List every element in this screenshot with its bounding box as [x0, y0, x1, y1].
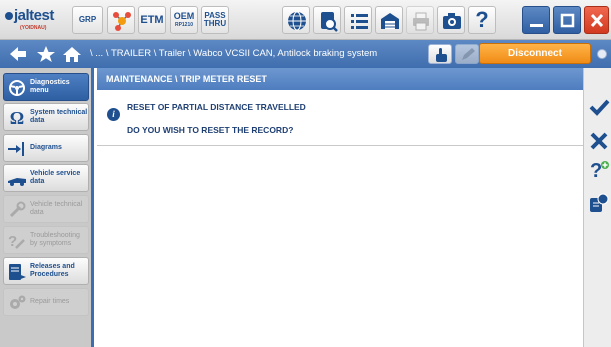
maximize-icon: [560, 13, 575, 28]
favorite-star-icon[interactable]: [36, 45, 56, 63]
touch-button[interactable]: [428, 44, 452, 64]
workshop-button[interactable]: [375, 6, 403, 34]
omega-icon: Ω: [9, 108, 25, 128]
printer-icon: [413, 12, 429, 31]
etm-button[interactable]: ETM: [138, 6, 166, 34]
globe-icon: [288, 11, 306, 31]
info-icon: i: [107, 108, 120, 121]
back-arrow-icon[interactable]: [8, 45, 28, 63]
sidebar-item-vehicle-technical-data[interactable]: Vehicle technical data: [3, 195, 89, 223]
x-icon[interactable]: [588, 130, 610, 152]
help-label: ?: [475, 7, 489, 32]
list-icon: [351, 14, 368, 29]
thru-label: THRU: [203, 19, 227, 28]
passthru-button[interactable]: PASS THRU: [201, 6, 229, 34]
sidebar-item-label: Repair times: [30, 298, 70, 305]
checkmark-icon[interactable]: [588, 96, 610, 118]
jaltest-logo: jaltest (YOIDNAU): [4, 5, 66, 35]
sidebar-item-releases-and-procedures[interactable]: Releases and Procedures: [3, 257, 89, 285]
disconnect-button[interactable]: Disconnect: [479, 43, 591, 64]
document-search-button[interactable]: [313, 6, 341, 34]
top-toolbar: jaltest (YOIDNAU) GRP ETM OEM RP1210 PAS…: [0, 0, 611, 40]
home-icon[interactable]: [62, 45, 82, 63]
camera-icon: [443, 13, 461, 29]
minimize-icon: [530, 24, 543, 27]
info-settings-icon[interactable]: [588, 192, 610, 214]
workshop-icon: [381, 13, 399, 29]
breadcrumb-path: \ ... \ TRAILER \ Trailer \ Wabco VCSII …: [90, 48, 378, 59]
etm-label: ETM: [140, 13, 164, 26]
sidebar-item-label: Troubleshooting by symptoms: [30, 232, 80, 248]
diagram-icon: [8, 142, 24, 156]
releases-icon: [9, 264, 26, 280]
sidebar: Diagnostics menu Ω System technical data…: [0, 68, 94, 347]
print-button[interactable]: [406, 6, 434, 34]
message-title: RESET OF PARTIAL DISTANCE TRAVELLED: [127, 102, 306, 112]
oem-sublabel: RP1210: [174, 22, 194, 28]
globe-button[interactable]: [282, 6, 310, 34]
breadcrumb-bar: \ ... \ TRAILER \ Trailer \ Wabco VCSII …: [0, 40, 611, 68]
maximize-button[interactable]: [553, 6, 581, 34]
sidebar-item-repair-times[interactable]: Repair times: [3, 288, 89, 316]
logo-subtitle: (YOIDNAU): [20, 25, 47, 31]
sidebar-item-label: Diagrams: [30, 144, 62, 151]
sidebar-item-label: System technical data: [30, 109, 88, 125]
sidebar-item-label: Vehicle technical data: [30, 201, 83, 217]
help-plus-button[interactable]: ?: [588, 160, 610, 182]
message-question: DO YOU WISH TO RESET THE RECORD?: [127, 125, 294, 135]
pencil-icon: [462, 48, 475, 60]
oem-button[interactable]: OEM RP1210: [170, 6, 198, 34]
sidebar-item-label: Releases and Procedures: [30, 263, 75, 279]
vehicle-service-icon: [8, 178, 26, 186]
sidebar-item-label: Vehicle service data: [30, 170, 81, 186]
sidebar-item-troubleshooting[interactable]: ? Troubleshooting by symptoms: [3, 226, 89, 254]
minimize-button[interactable]: [522, 6, 550, 34]
logo-name: jaltest: [14, 7, 54, 24]
steering-wheel-icon: [9, 80, 25, 96]
grp-button[interactable]: GRP: [72, 6, 103, 34]
sidebar-item-diagnostics-menu[interactable]: Diagnostics menu: [3, 73, 89, 101]
main-header: MAINTENANCE \ TRIP METER RESET: [97, 68, 583, 90]
hand-pointer-icon: [436, 48, 447, 62]
troubleshoot-icon: ?: [8, 233, 25, 250]
list-button[interactable]: [344, 6, 372, 34]
document-search-icon: [321, 12, 338, 32]
help-plus-icon: [601, 161, 609, 169]
help-button[interactable]: ?: [468, 6, 496, 34]
wrench-icon: [9, 201, 26, 218]
edit-button[interactable]: [455, 44, 479, 64]
molecule-icon: [113, 12, 131, 31]
oem-label: OEM: [173, 11, 195, 21]
gears-icon: [10, 295, 26, 309]
molecule-button[interactable]: [107, 6, 135, 34]
grp-label: GRP: [78, 15, 97, 24]
sidebar-item-diagrams[interactable]: Diagrams: [3, 134, 89, 162]
camera-button[interactable]: [437, 6, 465, 34]
disconnect-label: Disconnect: [508, 48, 562, 59]
close-button[interactable]: [584, 6, 609, 34]
sidebar-item-label: Diagnostics menu: [30, 79, 70, 95]
sidebar-item-vehicle-service-data[interactable]: Vehicle service data: [3, 164, 89, 192]
close-icon: [590, 13, 604, 28]
message-panel: i RESET OF PARTIAL DISTANCE TRAVELLED DO…: [97, 90, 583, 146]
action-bar: ?: [583, 68, 611, 347]
scroll-indicator[interactable]: [597, 49, 607, 59]
sidebar-item-system-technical-data[interactable]: Ω System technical data: [3, 103, 89, 131]
